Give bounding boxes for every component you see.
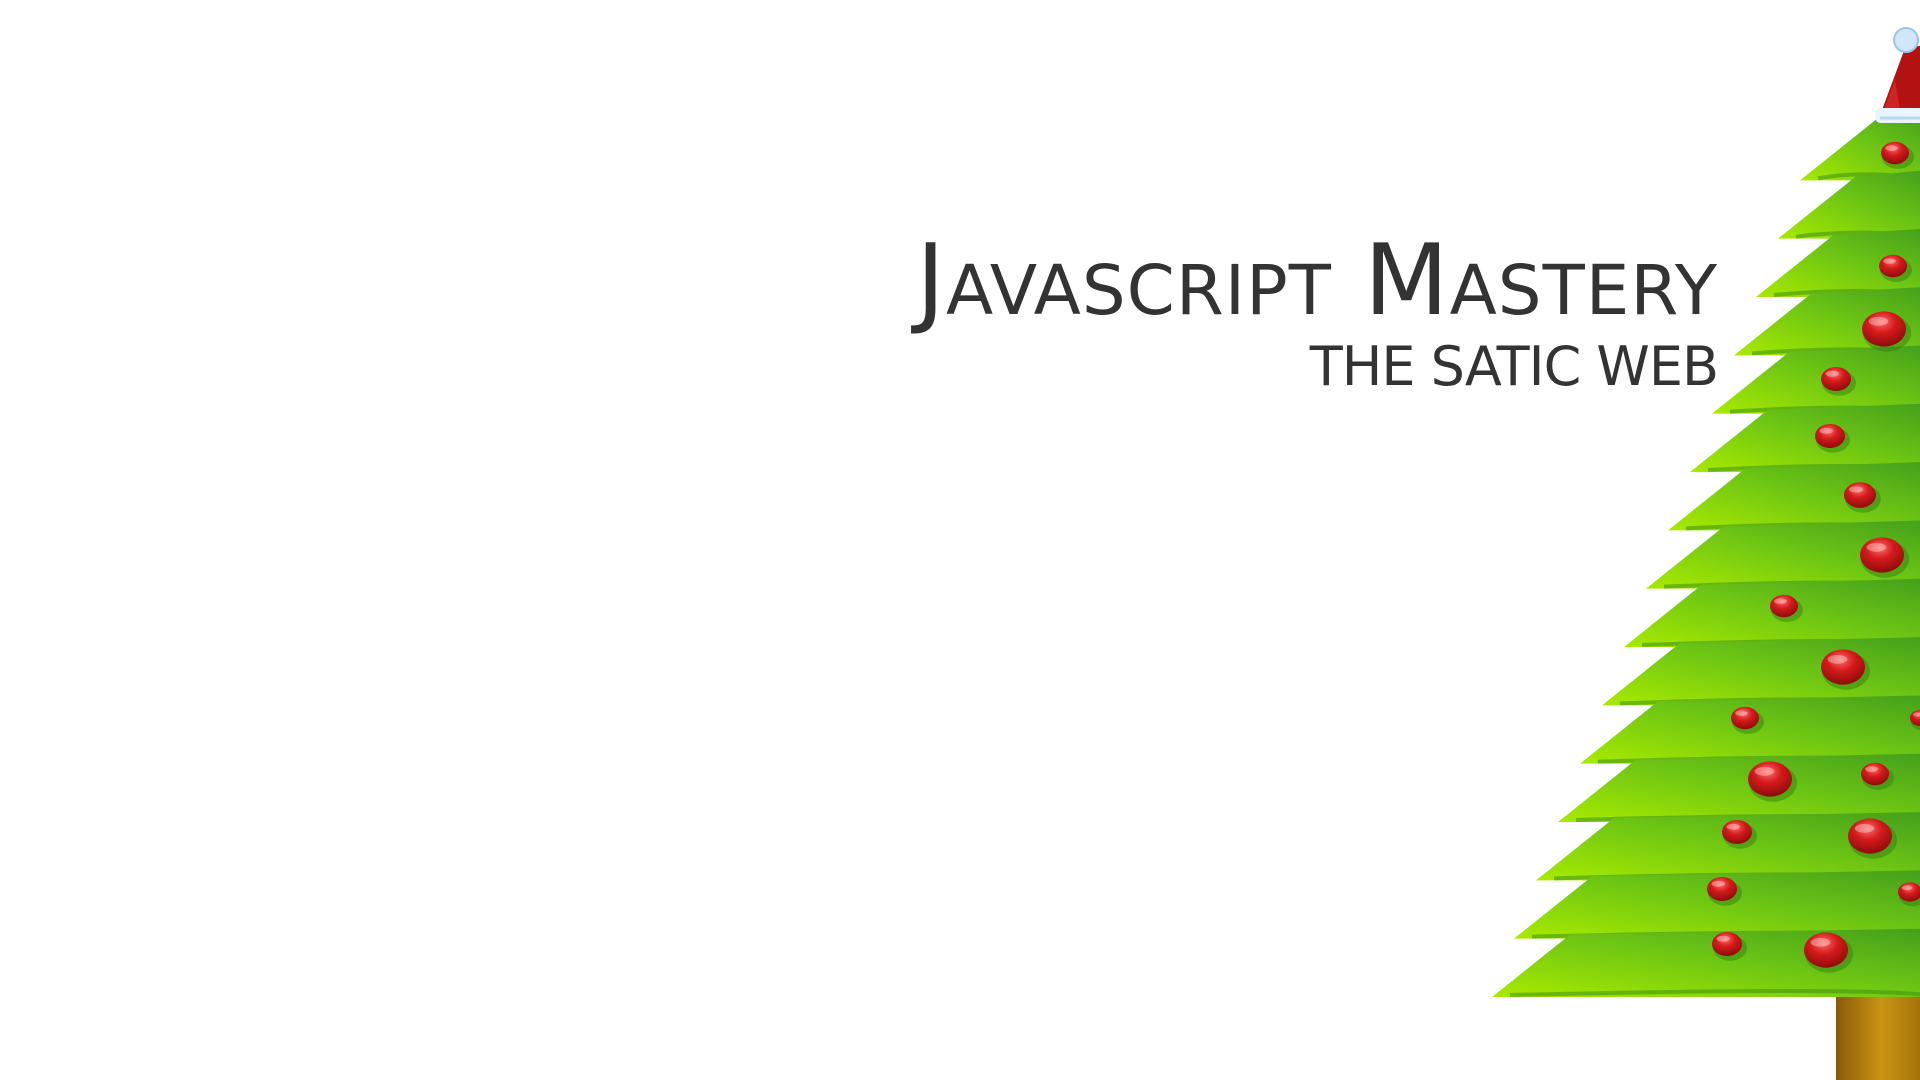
- slide-canvas: Javascript Mastery THE SATIC WEB: [0, 0, 1920, 1080]
- tree-tier: [1668, 462, 1920, 531]
- christmas-tree-illustration: [1492, 27, 1920, 1080]
- page-title: Javascript Mastery: [916, 224, 1718, 338]
- title-block: Javascript Mastery THE SATIC WEB: [916, 224, 1719, 398]
- tree-tier: [1558, 753, 1920, 822]
- santa-hat: [1875, 27, 1920, 123]
- page-subtitle: THE SATIC WEB: [1309, 335, 1719, 398]
- tree-trunk: [1836, 990, 1920, 1080]
- tree-tier: [1492, 928, 1920, 997]
- tree-tier: [1690, 403, 1920, 472]
- tree-tier: [1778, 170, 1920, 239]
- tree-tier: [1712, 345, 1920, 414]
- tree-tier: [1602, 637, 1920, 706]
